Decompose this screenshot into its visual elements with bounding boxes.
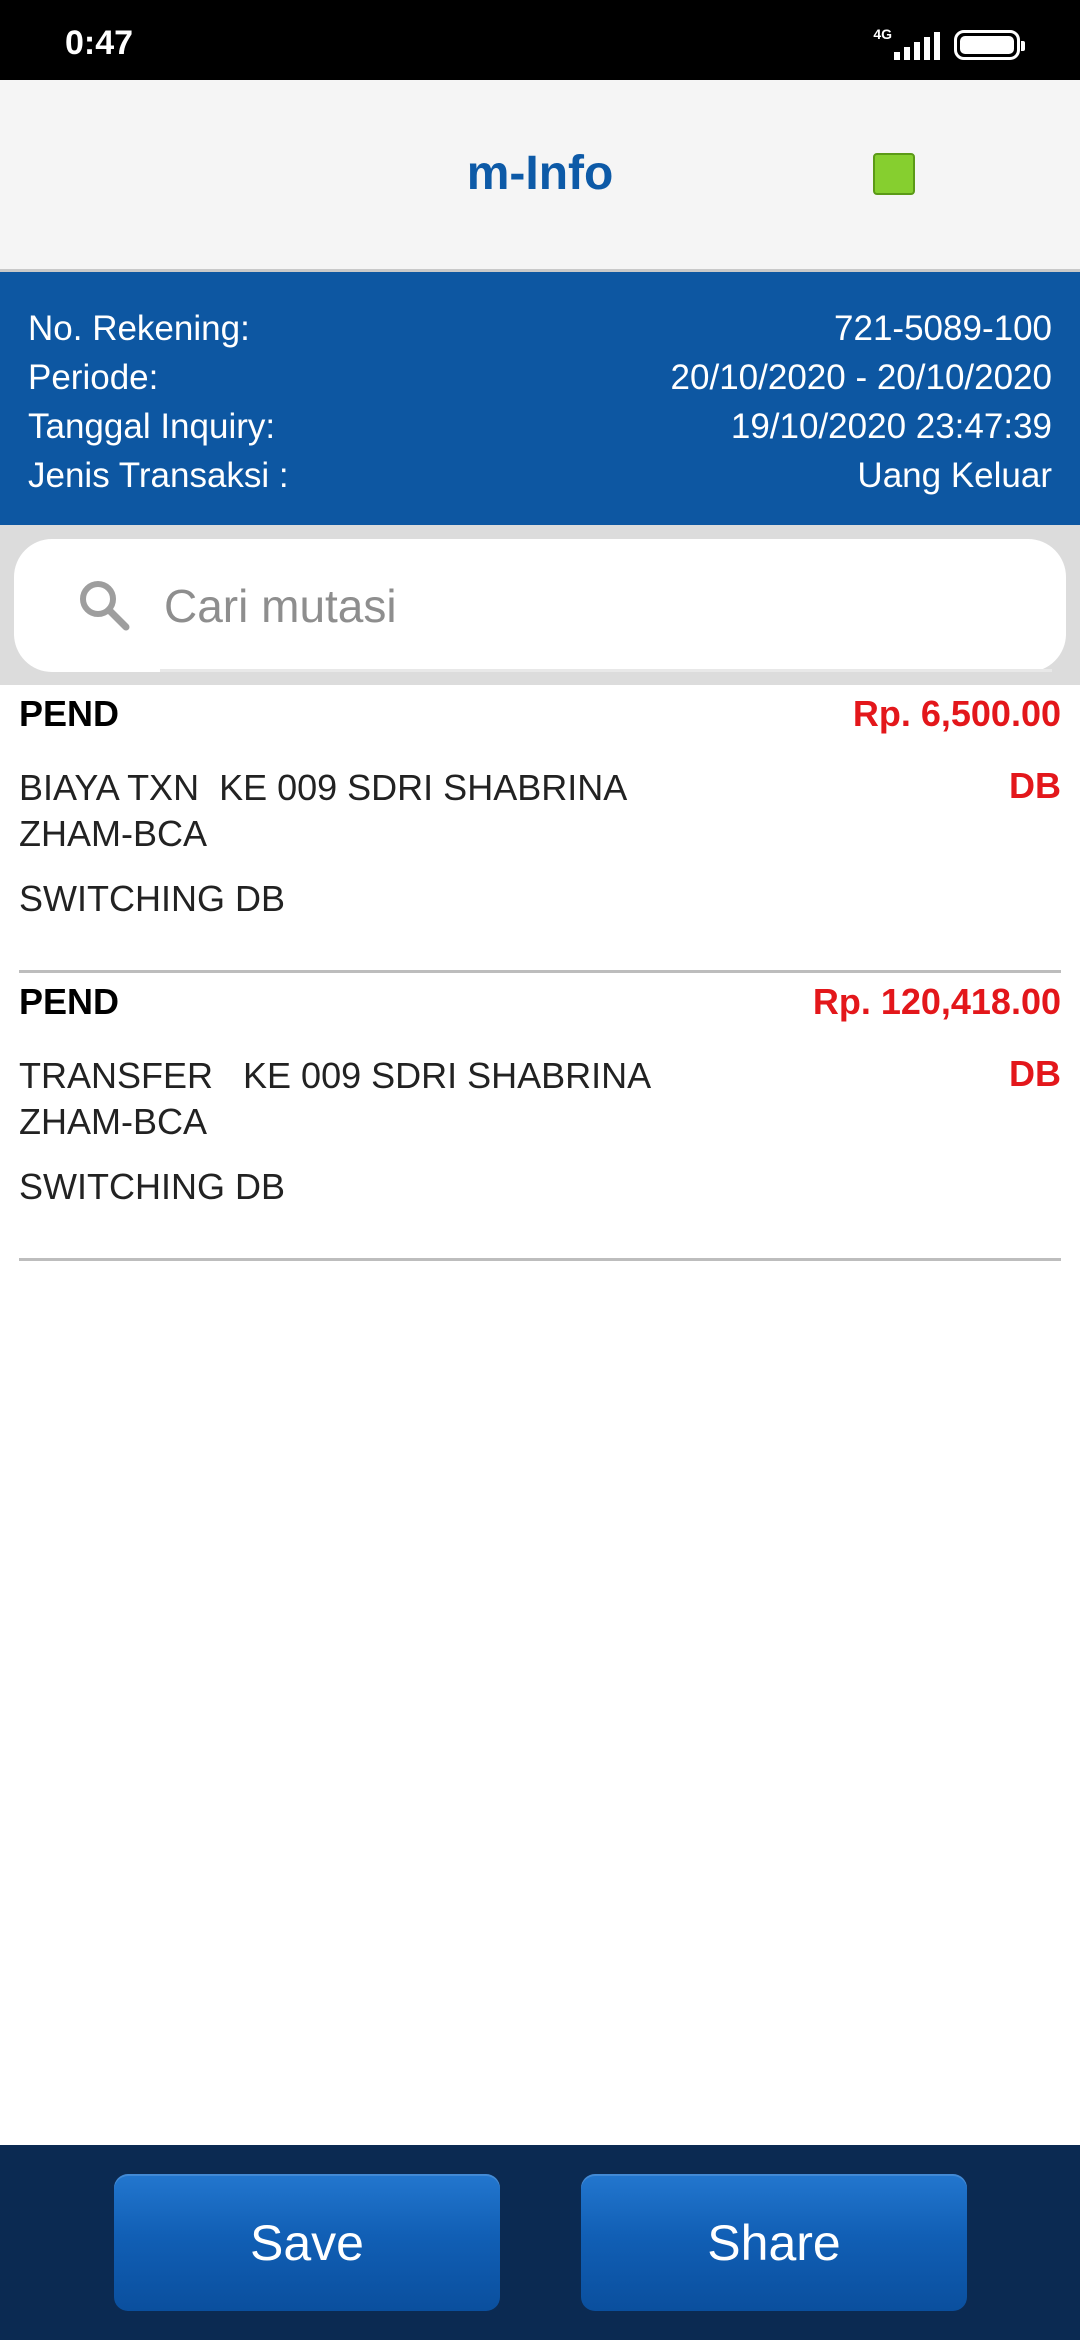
app-header: m-Info [0,80,1080,272]
info-label: Tanggal Inquiry: [28,407,276,446]
search-icon [80,581,130,631]
info-row-inquiry-date: Tanggal Inquiry: 19/10/2020 23:47:39 [28,402,1052,451]
info-value: 721-5089-100 [834,309,1052,348]
info-label: Jenis Transaksi : [28,456,289,495]
transaction-status: PEND [19,981,120,1022]
info-row-period: Periode: 20/10/2020 - 20/10/2020 [28,353,1052,402]
transaction-channel: SWITCHING DB [19,1166,285,1207]
bottom-action-bar: Save Share [0,2145,1080,2340]
info-value: Uang Keluar [857,456,1052,495]
status-icons: 4G [873,26,1025,60]
info-row-transaction-type: Jenis Transaksi : Uang Keluar [28,451,1052,500]
status-time: 0:47 [65,24,134,62]
info-value: 19/10/2020 23:47:39 [730,407,1052,446]
battery-icon [954,30,1025,60]
network-type-label: 4G [873,26,892,42]
info-value: 20/10/2020 - 20/10/2020 [670,358,1052,397]
info-label: Periode: [28,358,159,397]
transaction-type: DB [1009,1053,1061,1094]
share-button[interactable]: Share [581,2174,967,2311]
transaction-item[interactable]: PEND Rp. 120,418.00 TRANSFER KE 009 SDRI… [19,973,1061,1261]
transaction-amount: Rp. 120,418.00 [812,981,1061,1022]
page-title: m-Info [466,147,614,200]
search-box[interactable] [14,539,1066,672]
transaction-description: TRANSFER KE 009 SDRI SHABRINA ZHAM-BCA [19,1055,660,1142]
status-indicator-icon [873,153,915,195]
transaction-amount: Rp. 6,500.00 [852,693,1061,734]
transaction-item[interactable]: PEND Rp. 6,500.00 BIAYA TXN KE 009 SDRI … [19,685,1061,973]
save-button[interactable]: Save [114,2174,500,2311]
transaction-description: BIAYA TXN KE 009 SDRI SHABRINA ZHAM-BCA [19,767,636,854]
search-input[interactable] [164,539,1024,672]
search-bar-container [0,525,1080,685]
status-bar: 0:47 4G [0,0,1080,80]
account-info-panel: No. Rekening: 721-5089-100 Periode: 20/1… [0,272,1080,525]
info-row-account-number: No. Rekening: 721-5089-100 [28,304,1052,353]
transaction-type: DB [1009,765,1061,806]
transaction-status: PEND [19,693,120,734]
signal-strength-icon [894,32,940,60]
info-label: No. Rekening: [28,309,250,348]
transaction-list: PEND Rp. 6,500.00 BIAYA TXN KE 009 SDRI … [0,685,1080,1261]
transaction-channel: SWITCHING DB [19,878,285,919]
search-underline [160,669,1052,672]
